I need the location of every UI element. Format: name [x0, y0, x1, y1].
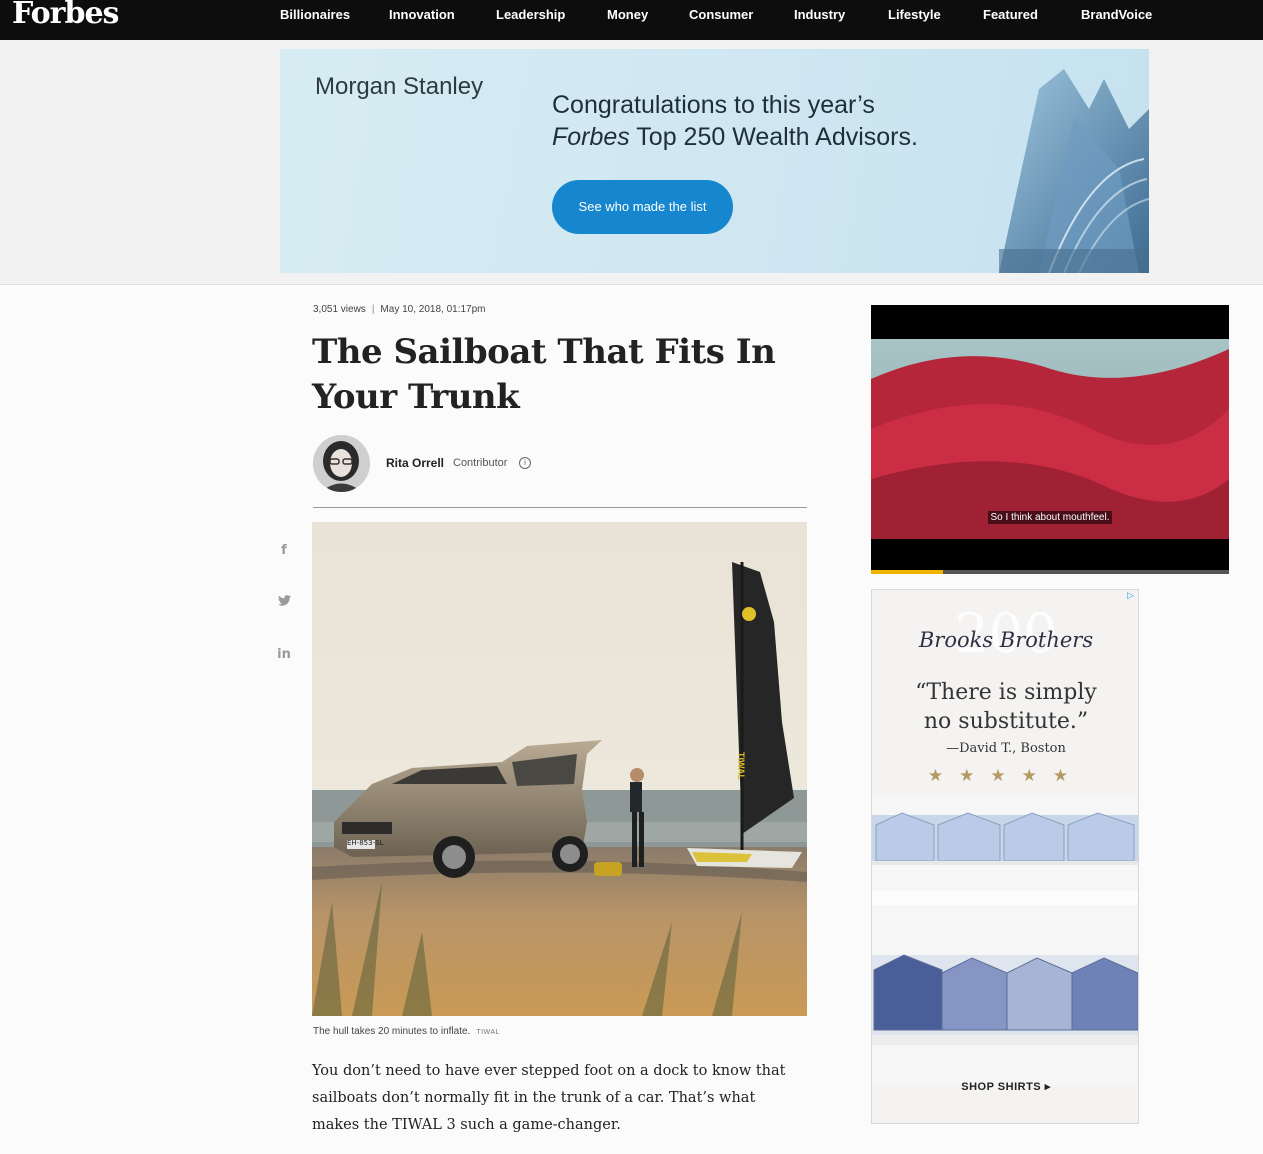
article-body-paragraph: You don’t need to have ever stepped foot…	[312, 1063, 786, 1133]
banner-headline-line2: Forbes Top 250 Wealth Advisors.	[552, 121, 918, 153]
author-role: Contributor	[453, 457, 508, 469]
banner-headline-forbes: Forbes	[552, 123, 630, 151]
facebook-icon[interactable]: f	[276, 543, 292, 558]
sail-brand-text: TIWAL	[736, 752, 746, 780]
author-avatar[interactable]	[313, 435, 370, 492]
image-caption: The hull takes 20 minutes to inflate. TIW…	[313, 1026, 500, 1037]
skyscraper-image	[999, 69, 1149, 273]
banner-headline: Congratulations to this year’s Forbes To…	[552, 89, 918, 153]
shirts-on-shelves-image	[872, 795, 1138, 1085]
author-byline: Rita Orrell Contributor i	[313, 435, 807, 508]
nav-item-billionaires[interactable]: Billionaires	[280, 0, 350, 30]
forbes-logo[interactable]: Forbes	[12, 0, 119, 31]
article-title: The Sailboat That Fits In Your Trunk	[312, 332, 776, 417]
ad-quote: “There is simply no substitute.”	[915, 680, 1097, 734]
brooks-brothers-logo: Brooks Brothers	[918, 628, 1094, 652]
nav-item-consumer[interactable]: Consumer	[689, 0, 753, 30]
meta-separator: |	[371, 304, 375, 315]
rating-stars: ★★★★★	[927, 766, 1085, 785]
hero-image[interactable]: EH-853-SL TIWAL	[312, 522, 807, 1016]
advertiser-logo: Morgan Stanley	[315, 73, 484, 100]
banner-headline-line1: Congratulations to this year’s	[552, 91, 875, 119]
adchoices-icon[interactable]: ▷	[1125, 591, 1136, 602]
nav-item-brandvoice[interactable]: BrandVoice	[1081, 0, 1152, 30]
twitter-icon[interactable]	[276, 595, 292, 610]
license-plate-text: EH-853-SL	[347, 839, 384, 847]
nav-item-lifestyle[interactable]: Lifestyle	[888, 0, 941, 30]
shop-shirts-button[interactable]: SHOP SHIRTS ▸	[872, 1080, 1138, 1093]
author-photo	[313, 435, 370, 492]
nav-item-money[interactable]: Money	[607, 0, 648, 30]
sailboat-car-beach-photo	[312, 522, 807, 1016]
publish-date: May 10, 2018, 01:17pm	[380, 304, 486, 315]
article-meta: 3,051 views | May 10, 2018, 01:17pm	[313, 304, 486, 315]
info-icon[interactable]: i	[519, 457, 531, 469]
video-progress-fill	[871, 570, 943, 574]
video-progress-bar[interactable]	[871, 570, 1229, 574]
linkedin-icon[interactable]: in	[276, 647, 292, 662]
caption-text: The hull takes 20 minutes to inflate.	[313, 1026, 471, 1037]
video-subtitle: So I think about mouthfeel.	[871, 507, 1229, 525]
view-count: 3,051 views	[313, 304, 366, 315]
video-subtitle-text: So I think about mouthfeel.	[987, 511, 1113, 524]
twitter-bird-glyph	[277, 595, 291, 606]
nav-item-featured[interactable]: Featured	[983, 0, 1038, 30]
video-player[interactable]: So I think about mouthfeel.	[871, 305, 1229, 574]
morgan-stanley-banner-ad[interactable]: Morgan Stanley Congratulations to this y…	[280, 49, 1149, 273]
ad-quote-attribution: —David T., Boston	[946, 741, 1066, 756]
see-list-button[interactable]: See who made the list	[552, 180, 733, 234]
nav-item-industry[interactable]: Industry	[794, 0, 845, 30]
brooks-brothers-ad[interactable]: ▷ 200 Brooks Brothers “There is simply n…	[871, 589, 1139, 1124]
nav-item-leadership[interactable]: Leadership	[496, 0, 565, 30]
author-name[interactable]: Rita Orrell	[386, 456, 444, 470]
top-nav-bar: Forbes Billionaires Innovation Leadershi…	[0, 0, 1263, 40]
nav-item-innovation[interactable]: Innovation	[389, 0, 455, 30]
image-credit: TIWAL	[476, 1029, 500, 1036]
banner-headline-rest: Top 250 Wealth Advisors.	[629, 123, 918, 151]
